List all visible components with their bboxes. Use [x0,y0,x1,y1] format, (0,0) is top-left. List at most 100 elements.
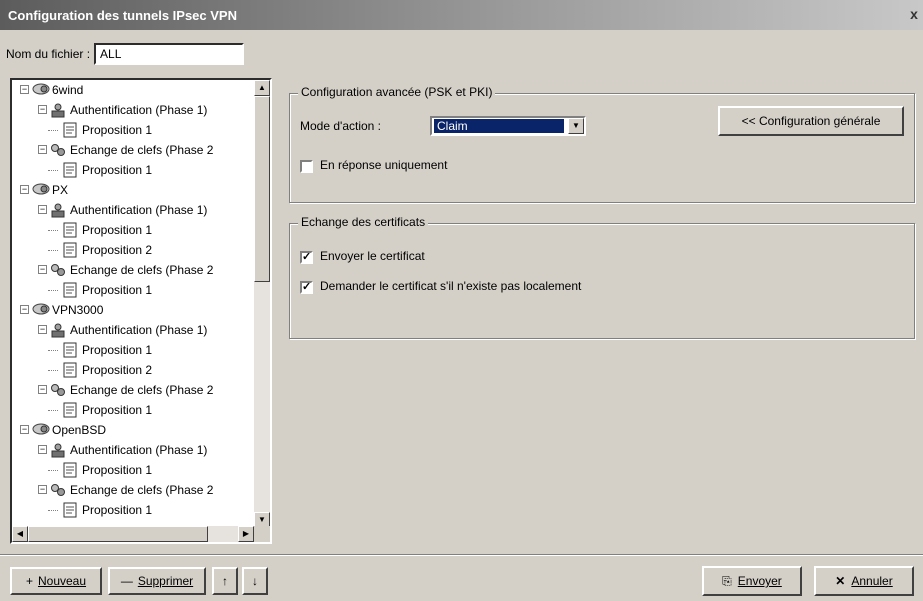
proposal-icon [62,362,80,378]
tree-item[interactable]: Proposition 1 [12,280,254,300]
delete-button-label: Supprimer [137,574,194,588]
collapse-toggle-icon[interactable]: − [38,385,47,394]
request-cert-checkbox[interactable]: ✓ [300,281,313,294]
collapse-toggle-icon[interactable]: − [20,85,29,94]
collapse-toggle-icon[interactable]: − [38,205,47,214]
tree-item[interactable]: − Echange de clefs (Phase 2 [12,480,254,500]
collapse-toggle-icon[interactable]: − [38,445,47,454]
tree-connector [48,510,58,511]
tree-horizontal-scrollbar[interactable]: ◀ ▶ [12,526,254,542]
tree-item[interactable]: − VPN3000 [12,300,254,320]
collapse-toggle-icon[interactable]: − [38,265,47,274]
send-cert-checkbox[interactable]: ✓ [300,251,313,264]
tree-item[interactable]: Proposition 1 [12,400,254,420]
scroll-up-icon[interactable]: ▲ [254,80,270,96]
tree-connector [48,350,58,351]
scroll-thumb[interactable] [254,96,270,282]
chevron-down-icon[interactable]: ▼ [568,118,584,134]
tree-item[interactable]: − Authentification (Phase 1) [12,100,254,120]
collapse-toggle-icon[interactable]: − [20,425,29,434]
collapse-toggle-icon[interactable]: − [38,485,47,494]
tree-item-label: Proposition 1 [82,343,153,357]
certificates-legend: Echange des certificats [298,215,429,229]
tree-item[interactable]: Proposition 1 [12,460,254,480]
collapse-toggle-icon[interactable]: − [20,305,29,314]
tree-item[interactable]: − 6wind [12,80,254,100]
tree-item[interactable]: Proposition 1 [12,500,254,520]
proposal-icon [62,462,80,478]
proposal-icon [62,222,80,238]
mode-label: Mode d'action : [300,119,382,133]
tree-item[interactable]: − Authentification (Phase 1) [12,200,254,220]
responder-only-label: En réponse uniquement [320,158,448,172]
proposal-icon [62,242,80,258]
send-cert-label: Envoyer le certificat [320,249,425,263]
filename-row: Nom du fichier : [6,42,245,66]
new-button[interactable]: + Nouveau [10,567,102,595]
tunnel-tree[interactable]: −6wind − Authentification (Phase 1) Proposi… [12,80,254,528]
hscroll-thumb[interactable] [28,526,208,542]
key-exchange-icon [50,262,68,278]
new-button-label: Nouveau [37,574,87,588]
tree-item-label: VPN3000 [52,303,104,317]
tree-item-label: OpenBSD [52,423,107,437]
tree-item[interactable]: Proposition 2 [12,240,254,260]
responder-only-checkbox[interactable] [300,160,313,173]
auth-icon [50,102,68,118]
auth-icon [50,322,68,338]
tree-item[interactable]: Proposition 2 [12,360,254,380]
tree-item-label: Proposition 2 [82,363,153,377]
cancel-button[interactable]: ✕ Annuler [814,566,914,596]
tree-item[interactable]: Proposition 1 [12,160,254,180]
window-title: Configuration des tunnels IPsec VPN [8,7,237,23]
filename-input[interactable] [94,43,245,65]
send-button[interactable]: ⎘ Envoyer [702,566,802,596]
mode-select[interactable]: Claim ▼ [430,116,586,136]
tree-item[interactable]: − Echange de clefs (Phase 2 [12,140,254,160]
delete-button[interactable]: — Supprimer [108,567,206,595]
tree-item-label: Proposition 1 [82,463,153,477]
close-icon[interactable]: x [907,6,921,22]
tunnel-icon [32,302,50,318]
plus-icon: + [25,574,33,588]
tree-connector [48,370,58,371]
tree-item[interactable]: − Echange de clefs (Phase 2 [12,380,254,400]
tree-vertical-scrollbar[interactable]: ▲ ▼ [254,80,270,528]
tree-item-label: PX [52,183,69,197]
proposal-icon [62,162,80,178]
filename-label: Nom du fichier : [6,47,91,61]
tree-item-label: Proposition 2 [82,243,153,257]
move-down-button[interactable]: ↓ [242,567,268,595]
certificates-group: Echange des certificats ✓ Envoyer le cer… [289,215,915,339]
collapse-toggle-icon[interactable]: − [38,325,47,334]
proposal-icon [62,282,80,298]
tree-item[interactable]: − PX [12,180,254,200]
tree-item-label: Proposition 1 [82,163,153,177]
move-up-button[interactable]: ↑ [212,567,238,595]
tree-item[interactable]: − Authentification (Phase 1) [12,440,254,460]
send-button-label: Envoyer [737,574,782,588]
tree-item[interactable]: − Authentification (Phase 1) [12,320,254,340]
tree-item[interactable]: Proposition 1 [12,120,254,140]
cancel-x-icon: ✕ [835,574,846,588]
tree-connector [48,290,58,291]
tunnel-icon [32,182,50,198]
general-config-button[interactable]: << Configuration générale [718,106,904,136]
tree-connector [48,130,58,131]
collapse-toggle-icon[interactable]: − [38,105,47,114]
tunnel-icon [32,82,50,98]
scroll-right-icon[interactable]: ▶ [238,526,254,542]
collapse-toggle-icon[interactable]: − [38,145,47,154]
tree-item[interactable]: Proposition 1 [12,220,254,240]
tree-item-label: Proposition 1 [82,223,153,237]
collapse-toggle-icon[interactable]: − [20,185,29,194]
tree-item-label: Authentification (Phase 1) [70,443,208,457]
tree-item[interactable]: Proposition 1 [12,340,254,360]
tree-item[interactable]: − Echange de clefs (Phase 2 [12,260,254,280]
tree-item-label: Proposition 1 [82,123,153,137]
tree-item-label: Echange de clefs (Phase 2 [70,143,214,157]
proposal-icon [62,402,80,418]
advanced-config-group: Configuration avancée (PSK et PKI) Mode … [289,85,915,203]
tree-item[interactable]: − OpenBSD [12,420,254,440]
scroll-left-icon[interactable]: ◀ [12,526,28,542]
